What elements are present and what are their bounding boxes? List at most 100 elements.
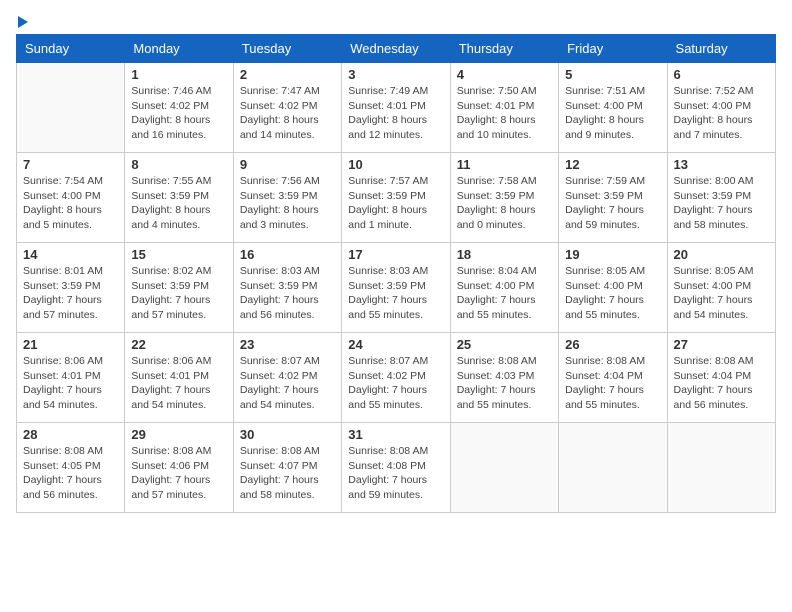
calendar-cell: 23 Sunrise: 8:07 AMSunset: 4:02 PMDayligh… [233,333,341,423]
day-number: 6 [674,67,769,82]
day-number: 17 [348,247,443,262]
weekday-header-wednesday: Wednesday [342,35,450,63]
calendar-cell: 22Sunrise: 8:06 AMSunset: 4:01 PMDayligh… [125,333,233,423]
day-info: Sunrise: 8:07 AMSunset: 4:02 PMDaylight:… [240,354,335,413]
calendar-cell: 19 Sunrise: 8:05 AMSunset: 4:00 PMDayligh… [559,243,667,333]
day-number: 23 [240,337,335,352]
day-number: 13 [674,157,769,172]
calendar-week-row: 14 Sunrise: 8:01 AMSunset: 3:59 PMDayligh… [17,243,776,333]
calendar-cell: 3 Sunrise: 7:49 AMSunset: 4:01 PMDaylight… [342,63,450,153]
day-number: 25 [457,337,552,352]
day-info: Sunrise: 8:06 AMSunset: 4:01 PMDaylight:… [23,354,118,413]
day-info: Sunrise: 8:05 AMSunset: 4:00 PMDaylight:… [565,264,660,323]
day-info: Sunrise: 7:46 AMSunset: 4:02 PMDaylight:… [131,84,226,143]
calendar-week-row: 7 Sunrise: 7:54 AMSunset: 4:00 PMDaylight… [17,153,776,243]
calendar-cell: 27Sunrise: 8:08 AMSunset: 4:04 PMDayligh… [667,333,775,423]
calendar-cell: 4 Sunrise: 7:50 AMSunset: 4:01 PMDaylight… [450,63,558,153]
day-number: 16 [240,247,335,262]
calendar-cell: 2 Sunrise: 7:47 AMSunset: 4:02 PMDaylight… [233,63,341,153]
page-header [16,16,776,26]
calendar-cell: 26 Sunrise: 8:08 AMSunset: 4:04 PMDayligh… [559,333,667,423]
day-number: 11 [457,157,552,172]
day-number: 26 [565,337,660,352]
day-info: Sunrise: 7:55 AMSunset: 3:59 PMDaylight:… [131,174,226,233]
day-info: Sunrise: 8:00 AMSunset: 3:59 PMDaylight:… [674,174,769,233]
day-number: 28 [23,427,118,442]
calendar-cell: 30 Sunrise: 8:08 AMSunset: 4:07 PMDayligh… [233,423,341,513]
day-number: 4 [457,67,552,82]
day-number: 19 [565,247,660,262]
day-number: 1 [131,67,226,82]
logo [16,16,28,26]
day-number: 14 [23,247,118,262]
weekday-header-saturday: Saturday [667,35,775,63]
day-number: 8 [131,157,226,172]
day-number: 24 [348,337,443,352]
calendar-cell: 20 Sunrise: 8:05 AMSunset: 4:00 PMDayligh… [667,243,775,333]
day-number: 9 [240,157,335,172]
day-info: Sunrise: 8:01 AMSunset: 3:59 PMDaylight:… [23,264,118,323]
day-number: 22 [131,337,226,352]
day-number: 18 [457,247,552,262]
calendar-table: SundayMondayTuesdayWednesdayThursdayFrid… [16,34,776,513]
day-info: Sunrise: 8:02 AMSunset: 3:59 PMDaylight:… [131,264,226,323]
day-info: Sunrise: 7:52 AMSunset: 4:00 PMDaylight:… [674,84,769,143]
calendar-header-row: SundayMondayTuesdayWednesdayThursdayFrid… [17,35,776,63]
day-number: 15 [131,247,226,262]
calendar-cell [667,423,775,513]
day-info: Sunrise: 8:05 AMSunset: 4:00 PMDaylight:… [674,264,769,323]
day-info: Sunrise: 7:50 AMSunset: 4:01 PMDaylight:… [457,84,552,143]
calendar-cell: 11 Sunrise: 7:58 AMSunset: 3:59 PMDayligh… [450,153,558,243]
day-info: Sunrise: 7:47 AMSunset: 4:02 PMDaylight:… [240,84,335,143]
calendar-cell: 29 Sunrise: 8:08 AMSunset: 4:06 PMDayligh… [125,423,233,513]
calendar-cell: 10 Sunrise: 7:57 AMSunset: 3:59 PMDayligh… [342,153,450,243]
day-number: 29 [131,427,226,442]
calendar-cell [450,423,558,513]
calendar-cell: 15 Sunrise: 8:02 AMSunset: 3:59 PMDayligh… [125,243,233,333]
day-info: Sunrise: 8:03 AMSunset: 3:59 PMDaylight:… [240,264,335,323]
day-number: 30 [240,427,335,442]
weekday-header-friday: Friday [559,35,667,63]
calendar-cell: 16 Sunrise: 8:03 AMSunset: 3:59 PMDayligh… [233,243,341,333]
calendar-cell: 12 Sunrise: 7:59 AMSunset: 3:59 PMDayligh… [559,153,667,243]
day-info: Sunrise: 8:08 AMSunset: 4:03 PMDaylight:… [457,354,552,413]
day-number: 3 [348,67,443,82]
calendar-cell: 14 Sunrise: 8:01 AMSunset: 3:59 PMDayligh… [17,243,125,333]
weekday-header-monday: Monday [125,35,233,63]
day-info: Sunrise: 7:51 AMSunset: 4:00 PMDaylight:… [565,84,660,143]
day-number: 7 [23,157,118,172]
day-info: Sunrise: 7:56 AMSunset: 3:59 PMDaylight:… [240,174,335,233]
calendar-cell [17,63,125,153]
day-info: Sunrise: 8:08 AMSunset: 4:07 PMDaylight:… [240,444,335,503]
day-number: 12 [565,157,660,172]
day-info: Sunrise: 8:08 AMSunset: 4:04 PMDaylight:… [565,354,660,413]
day-info: Sunrise: 8:08 AMSunset: 4:08 PMDaylight:… [348,444,443,503]
day-info: Sunrise: 7:49 AMSunset: 4:01 PMDaylight:… [348,84,443,143]
calendar-cell: 25 Sunrise: 8:08 AMSunset: 4:03 PMDayligh… [450,333,558,423]
weekday-header-sunday: Sunday [17,35,125,63]
day-info: Sunrise: 8:04 AMSunset: 4:00 PMDaylight:… [457,264,552,323]
day-info: Sunrise: 7:58 AMSunset: 3:59 PMDaylight:… [457,174,552,233]
day-info: Sunrise: 7:54 AMSunset: 4:00 PMDaylight:… [23,174,118,233]
calendar-week-row: 28Sunrise: 8:08 AMSunset: 4:05 PMDayligh… [17,423,776,513]
calendar-cell: 7 Sunrise: 7:54 AMSunset: 4:00 PMDaylight… [17,153,125,243]
calendar-cell: 18 Sunrise: 8:04 AMSunset: 4:00 PMDayligh… [450,243,558,333]
calendar-cell: 13 Sunrise: 8:00 AMSunset: 3:59 PMDayligh… [667,153,775,243]
calendar-cell: 28Sunrise: 8:08 AMSunset: 4:05 PMDayligh… [17,423,125,513]
calendar-cell: 17Sunrise: 8:03 AMSunset: 3:59 PMDayligh… [342,243,450,333]
calendar-cell: 24 Sunrise: 8:07 AMSunset: 4:02 PMDayligh… [342,333,450,423]
calendar-cell: 9 Sunrise: 7:56 AMSunset: 3:59 PMDaylight… [233,153,341,243]
day-info: Sunrise: 7:57 AMSunset: 3:59 PMDaylight:… [348,174,443,233]
day-info: Sunrise: 8:07 AMSunset: 4:02 PMDaylight:… [348,354,443,413]
day-number: 2 [240,67,335,82]
day-info: Sunrise: 7:59 AMSunset: 3:59 PMDaylight:… [565,174,660,233]
day-number: 10 [348,157,443,172]
calendar-week-row: 21Sunrise: 8:06 AMSunset: 4:01 PMDayligh… [17,333,776,423]
day-number: 20 [674,247,769,262]
calendar-cell: 1 Sunrise: 7:46 AMSunset: 4:02 PMDaylight… [125,63,233,153]
day-info: Sunrise: 8:08 AMSunset: 4:04 PMDaylight:… [674,354,769,413]
weekday-header-thursday: Thursday [450,35,558,63]
day-info: Sunrise: 8:08 AMSunset: 4:06 PMDaylight:… [131,444,226,503]
day-number: 5 [565,67,660,82]
calendar-cell: 21Sunrise: 8:06 AMSunset: 4:01 PMDayligh… [17,333,125,423]
